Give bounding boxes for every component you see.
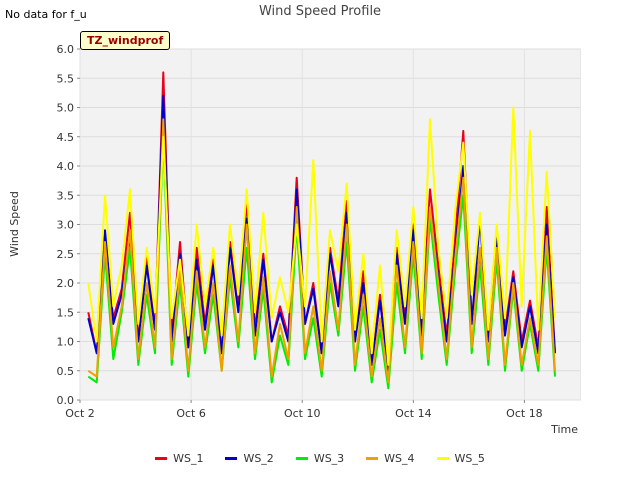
x-axis-label: Time: [550, 423, 578, 436]
y-tick-label: 0.0: [57, 394, 75, 407]
x-tick-label: Oct 14: [395, 407, 432, 420]
legend-label: WS_2: [243, 452, 274, 465]
legend-item-ws-5: WS_5: [436, 452, 485, 465]
y-axis-label: Wind Speed: [8, 191, 21, 257]
y-axis-ticks: 0.0 0.5 1.0 1.5 2.0 2.5 3.0 3.5 4.0 4.5 5.0 5.5 6.0: [57, 43, 80, 407]
legend-item-ws-1: WS_1: [155, 452, 203, 465]
y-tick-label: 3.5: [57, 189, 75, 202]
legend-item-ws-3: WS_3: [295, 452, 345, 465]
legend-label: WS_3: [313, 452, 345, 465]
y-tick-label: 4.5: [57, 131, 75, 144]
y-tick-label: 1.5: [57, 306, 75, 319]
x-tick-label: Oct 2: [65, 407, 95, 420]
chart-title: Wind Speed Profile: [259, 4, 381, 19]
legend-swatch: [366, 457, 379, 460]
y-tick-label: 3.0: [57, 219, 75, 232]
y-tick-label: 2.0: [57, 277, 75, 290]
x-tick-label: Oct 18: [506, 407, 543, 420]
legend-swatch: [225, 457, 238, 460]
x-tick-label: Oct 6: [176, 407, 206, 420]
legend-label: WS_4: [384, 452, 415, 465]
wind-speed-chart: 0.00.51.01.52.02.53.03.54.04.55.05.56.0 …: [8, 4, 581, 436]
legend-item-ws-2: WS_2: [225, 452, 274, 465]
y-tick-label: 4.0: [57, 160, 75, 173]
y-tick-label: 5.5: [57, 72, 75, 85]
x-axis-ticks: Oct 2 Oct 6 Oct 10 Oct 14 Oct 18: [65, 400, 543, 420]
y-tick-label: 1.0: [57, 336, 75, 349]
station-badge: TZ_windprof: [80, 31, 171, 50]
chart-root: No data for f_u 0.0 0.5 1.0 1.5 2.0 2.5 3.0 3.5…: [0, 0, 640, 480]
legend-label: WS_5: [454, 452, 485, 465]
y-tick-label: 6.0: [57, 43, 75, 56]
y-tick-label: 5.0: [57, 102, 75, 115]
legend-item-ws-4: WS_4: [366, 452, 415, 465]
legend: WS_1 WS_2 WS_3 WS_4 WS_5: [0, 452, 640, 465]
legend-swatch: [155, 457, 168, 460]
legend-swatch: [295, 457, 308, 460]
legend-label: WS_1: [173, 452, 204, 465]
x-tick-label: Oct 10: [284, 407, 321, 420]
y-tick-label: 2.5: [57, 248, 75, 261]
legend-swatch: [436, 457, 449, 460]
y-tick-label: 0.5: [57, 365, 75, 378]
